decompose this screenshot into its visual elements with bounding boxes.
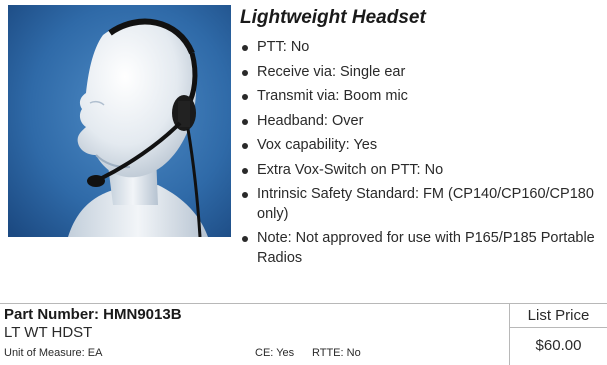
product-title: Lightweight Headset xyxy=(240,7,426,28)
list-price-label: List Price xyxy=(510,304,607,328)
ce-status: CE: Yes xyxy=(255,347,295,359)
rtte-status: RTTE: No xyxy=(312,347,361,359)
feature-item: Intrinsic Safety Standard: FM (CP140/CP1… xyxy=(240,185,602,224)
list-price-value: $60.00 xyxy=(535,337,582,354)
feature-item: Extra Vox-Switch on PTT: No xyxy=(240,161,602,181)
feature-item: Receive via: Single ear xyxy=(240,63,602,83)
product-info-table: Part Number: HMN9013B LT WT HDST Unit of… xyxy=(0,303,607,365)
headset-image xyxy=(8,5,231,237)
feature-item: Note: Not approved for use with P165/P18… xyxy=(240,229,602,268)
feature-item: Transmit via: Boom mic xyxy=(240,87,602,107)
feature-list: PTT: No Receive via: Single ear Transmit… xyxy=(240,38,602,273)
part-description: LT WT HDST xyxy=(4,324,93,341)
feature-item: Headband: Over xyxy=(240,112,602,132)
feature-item: PTT: No xyxy=(240,38,602,58)
part-info-cell: Part Number: HMN9013B LT WT HDST Unit of… xyxy=(0,304,510,365)
part-number: Part Number: HMN9013B xyxy=(4,306,182,323)
price-cell: List Price $60.00 xyxy=(510,304,607,365)
feature-item: Vox capability: Yes xyxy=(240,136,602,156)
unit-of-measure: Unit of Measure: EA xyxy=(4,347,103,359)
product-image xyxy=(8,5,231,237)
